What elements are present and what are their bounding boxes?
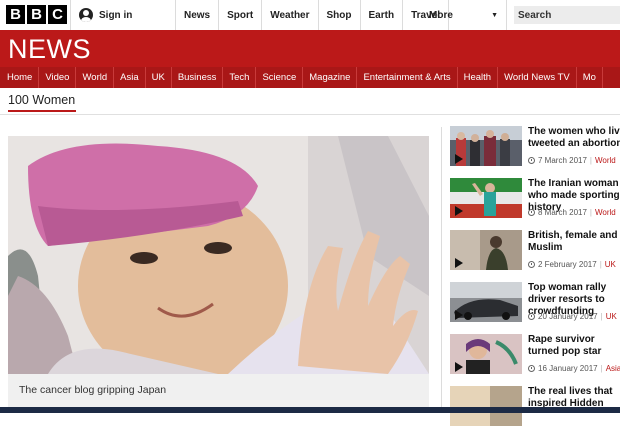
main-story-caption: The cancer blog gripping Japan	[19, 384, 167, 396]
bbc-logo[interactable]: B B C	[6, 5, 67, 24]
play-icon	[455, 258, 463, 268]
taskbar	[0, 407, 620, 413]
play-icon	[455, 362, 463, 372]
separator: |	[599, 260, 602, 269]
nav-magazine[interactable]: Magazine	[303, 67, 358, 88]
section-underline	[8, 110, 76, 112]
side-story-meta: 2 February 2017 | UK	[528, 260, 616, 269]
section-nav: Home Video World Asia UK Business Tech S…	[0, 67, 620, 88]
more-menu-button[interactable]: More ▼	[421, 0, 507, 30]
side-story-title[interactable]: British, female and Muslim	[528, 230, 620, 254]
nav-uk[interactable]: UK	[146, 67, 172, 88]
clock-icon	[528, 209, 535, 216]
separator: |	[589, 156, 592, 165]
side-story-tag[interactable]: World	[595, 208, 616, 217]
side-story-thumbnail[interactable]	[450, 178, 522, 218]
news-title[interactable]: NEWS	[8, 34, 91, 65]
side-story[interactable]: Top woman rally driver resorts to crowdf…	[450, 282, 620, 334]
side-story-date: 7 March 2017	[538, 156, 587, 165]
side-story-tag[interactable]: UK	[606, 312, 617, 321]
side-story-meta: 16 January 2017 | Asia	[528, 364, 620, 373]
thumbnail-image	[450, 386, 522, 426]
clock-icon	[528, 313, 535, 320]
separator: |	[600, 364, 603, 373]
play-icon	[455, 310, 463, 320]
play-icon	[455, 154, 463, 164]
sign-in-button[interactable]: Sign in	[70, 0, 176, 30]
logo-letter: B	[6, 5, 25, 24]
top-nav-shop[interactable]: Shop	[319, 0, 361, 30]
side-story-title[interactable]: Rape survivor turned pop star	[528, 334, 620, 358]
side-story-date: 20 January 2017	[538, 312, 598, 321]
side-story-date: 2 February 2017	[538, 260, 597, 269]
side-story[interactable]: Rape survivor turned pop star 16 January…	[450, 334, 620, 386]
nav-video[interactable]: Video	[39, 67, 77, 88]
separator: |	[600, 312, 603, 321]
side-story[interactable]: The Iranian woman who made sporting hist…	[450, 178, 620, 230]
nav-tech[interactable]: Tech	[223, 67, 257, 88]
nav-more-truncated[interactable]: Mo	[577, 67, 603, 88]
chevron-down-icon: ▼	[491, 11, 498, 19]
side-story-meta: 7 March 2017 | World	[528, 156, 616, 165]
search-input[interactable]	[514, 6, 620, 24]
side-story-meta: 8 March 2017 | World	[528, 208, 616, 217]
separator: |	[589, 208, 592, 217]
column-divider	[441, 127, 442, 413]
side-story-date: 16 January 2017	[538, 364, 598, 373]
side-story[interactable]: The women who live tweeted an abortion 7…	[450, 126, 620, 178]
nav-world[interactable]: World	[76, 67, 115, 88]
nav-science[interactable]: Science	[256, 67, 304, 88]
clock-icon	[528, 261, 535, 268]
top-nav-news[interactable]: News	[176, 0, 220, 30]
side-story[interactable]: British, female and Muslim 2 February 20…	[450, 230, 620, 282]
clock-icon	[528, 157, 535, 164]
nav-asia[interactable]: Asia	[114, 67, 146, 88]
main-story-image[interactable]	[8, 136, 429, 374]
nav-world-news-tv[interactable]: World News TV	[498, 67, 577, 88]
side-story-thumbnail[interactable]	[450, 386, 522, 426]
side-story-thumbnail[interactable]	[450, 334, 522, 374]
section-title[interactable]: 100 Women	[8, 93, 75, 107]
clock-icon	[528, 365, 535, 372]
side-story-tag[interactable]: UK	[605, 260, 616, 269]
side-story-thumbnail[interactable]	[450, 282, 522, 322]
logo-letter: B	[27, 5, 46, 24]
divider	[0, 114, 620, 115]
more-label: More	[429, 9, 453, 21]
user-icon	[79, 8, 93, 22]
play-icon	[455, 206, 463, 216]
top-nav: News Sport Weather Shop Earth Travel	[176, 0, 449, 30]
side-story-title[interactable]: The women who live tweeted an abortion	[528, 126, 620, 150]
top-bar: B B C Sign in News Sport Weather Shop Ea…	[0, 0, 620, 31]
nav-business[interactable]: Business	[172, 67, 224, 88]
side-story-date: 8 March 2017	[538, 208, 587, 217]
top-nav-sport[interactable]: Sport	[219, 0, 263, 30]
side-story-tag[interactable]: Asia	[606, 364, 620, 373]
sign-in-label: Sign in	[99, 9, 133, 21]
top-nav-earth[interactable]: Earth	[361, 0, 404, 30]
nav-entertainment-arts[interactable]: Entertainment & Arts	[357, 67, 458, 88]
news-header: NEWS	[0, 30, 620, 67]
main-story-photo	[8, 136, 429, 374]
side-story-meta: 20 January 2017 | UK	[528, 312, 617, 321]
logo-letter: C	[48, 5, 67, 24]
side-story-tag[interactable]: World	[595, 156, 616, 165]
nav-home[interactable]: Home	[0, 67, 40, 88]
nav-health[interactable]: Health	[458, 67, 499, 88]
side-story-thumbnail[interactable]	[450, 230, 522, 270]
side-story-thumbnail[interactable]	[450, 126, 522, 166]
top-nav-weather[interactable]: Weather	[262, 0, 319, 30]
